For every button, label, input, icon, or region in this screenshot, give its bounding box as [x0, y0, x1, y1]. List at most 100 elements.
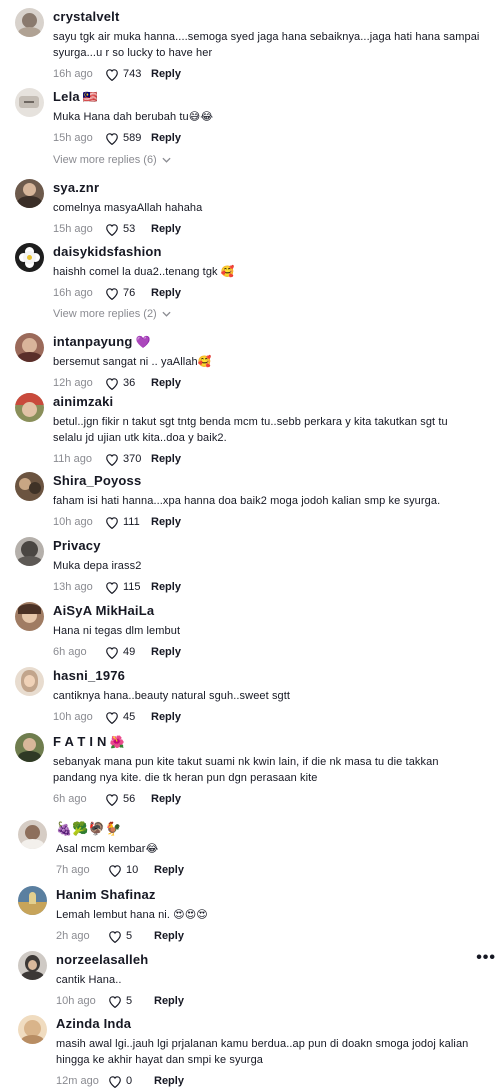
like-count: 56 — [123, 793, 136, 805]
reply-button[interactable]: Reply — [151, 453, 181, 465]
timestamp: 7h ago — [56, 864, 90, 876]
reply-button[interactable]: Reply — [151, 711, 181, 723]
like-button[interactable]: 5 — [108, 995, 154, 1008]
username[interactable]: 🍇🥦🦃🐓 — [56, 820, 480, 838]
like-button[interactable]: 370 — [105, 453, 151, 466]
username[interactable]: Lela 🇲🇾 — [53, 88, 480, 106]
reply-button[interactable]: Reply — [154, 1075, 184, 1087]
reply-button[interactable]: Reply — [151, 377, 181, 389]
username[interactable]: AiSyA MikHaiLa — [53, 602, 480, 620]
timestamp: 11h ago — [53, 453, 92, 465]
like-button[interactable]: 36 — [105, 377, 151, 390]
chevron-down-icon — [162, 157, 171, 163]
comment-list: crystalvelt sayu tgk air muka hanna....s… — [0, 0, 500, 1092]
like-count: 5 — [126, 995, 133, 1007]
like-button[interactable]: 53 — [105, 223, 151, 236]
like-button[interactable]: 49 — [105, 646, 151, 659]
like-count: 45 — [123, 711, 136, 723]
username[interactable]: crystalvelt — [53, 8, 480, 26]
avatar[interactable] — [15, 243, 44, 272]
like-button[interactable]: 5 — [108, 930, 154, 943]
comment-text: Hana ni tegas dlm lembut — [53, 625, 181, 637]
like-button[interactable]: 10 — [108, 864, 154, 877]
username[interactable]: Azinda Inda — [56, 1015, 480, 1033]
username[interactable]: Privacy — [53, 537, 480, 555]
heart-icon — [106, 223, 118, 236]
reply-button[interactable]: Reply — [151, 132, 181, 144]
username[interactable]: Hanim Shafinaz — [56, 886, 480, 904]
like-count: 111 — [123, 516, 140, 528]
timestamp: 15h ago — [53, 132, 93, 144]
username[interactable]: ainimzaki — [53, 393, 480, 411]
comment-text: cantik Hana.. — [56, 974, 122, 986]
username[interactable]: intanpayung 💜 — [53, 333, 480, 351]
timestamp: 13h ago — [53, 581, 93, 593]
like-button[interactable]: 743 — [105, 68, 151, 81]
avatar[interactable] — [15, 8, 44, 37]
heart-icon — [106, 793, 118, 806]
reply-button[interactable]: Reply — [151, 287, 181, 299]
avatar[interactable] — [15, 537, 44, 566]
heart-icon — [106, 287, 118, 300]
avatar[interactable] — [15, 333, 44, 362]
username[interactable]: norzeelasalleh — [56, 951, 480, 969]
heart-icon — [109, 930, 121, 943]
avatar[interactable] — [18, 951, 47, 980]
avatar[interactable] — [18, 1015, 47, 1044]
like-button[interactable]: 45 — [105, 711, 151, 724]
reply-button[interactable]: Reply — [154, 930, 184, 942]
username[interactable]: F A T I N 🌺 — [53, 733, 480, 751]
avatar[interactable] — [15, 393, 44, 422]
avatar[interactable] — [18, 820, 47, 849]
reply-button[interactable]: Reply — [151, 793, 181, 805]
avatar[interactable] — [15, 88, 44, 117]
reply-button[interactable]: Reply — [154, 995, 184, 1007]
reply-button[interactable]: Reply — [151, 646, 181, 658]
like-button[interactable]: 111 — [105, 516, 151, 529]
like-button[interactable]: 589 — [105, 132, 151, 145]
like-count: 53 — [123, 223, 136, 235]
comment-text: cantiknya hana..beauty natural sguh..swe… — [53, 690, 291, 702]
heart-icon — [109, 1075, 121, 1088]
reply-button[interactable]: Reply — [151, 581, 181, 593]
username[interactable]: hasni_1976 — [53, 667, 480, 685]
comment-text: masih awal lgi..jauh lgi prjalanan kamu … — [56, 1038, 469, 1066]
reply-button[interactable]: Reply — [151, 68, 181, 80]
heart-icon — [106, 581, 118, 594]
comment-text: sayu tgk air muka hanna....semoga syed j… — [53, 31, 480, 59]
avatar[interactable] — [18, 886, 47, 915]
avatar[interactable] — [15, 179, 44, 208]
timestamp: 2h ago — [56, 930, 90, 942]
reply-button[interactable]: Reply — [151, 516, 181, 528]
timestamp: 6h ago — [53, 646, 87, 658]
timestamp: 12m ago — [56, 1075, 99, 1087]
like-count: 589 — [123, 132, 142, 144]
heart-icon — [109, 995, 121, 1008]
username[interactable]: sya.znr — [53, 179, 480, 197]
username[interactable]: daisykidsfashion — [53, 243, 480, 261]
avatar[interactable] — [15, 602, 44, 631]
comment-text: faham isi hati hanna...xpa hanna doa bai… — [53, 495, 441, 507]
view-more-replies-button[interactable]: View more replies (6) — [53, 154, 171, 166]
like-button[interactable]: 115 — [105, 581, 151, 594]
username[interactable]: Shira_Poyoss — [53, 472, 480, 490]
like-count: 76 — [123, 287, 136, 299]
avatar[interactable] — [15, 472, 44, 501]
more-options-icon[interactable]: ••• — [476, 949, 496, 967]
timestamp: 16h ago — [53, 287, 93, 299]
avatar[interactable] — [15, 733, 44, 762]
flag-badge: 🇲🇾 — [82, 90, 98, 104]
reply-button[interactable]: Reply — [151, 223, 181, 235]
heart-icon — [106, 646, 118, 659]
comment-text: haishh comel la dua2..tenang tgk 🥰 — [53, 266, 235, 278]
comment-text: Lemah lembut hana ni. 😍😍😍 — [56, 909, 208, 921]
avatar[interactable] — [15, 667, 44, 696]
like-count: 743 — [123, 68, 142, 80]
timestamp: 10h ago — [53, 516, 93, 528]
like-button[interactable]: 76 — [105, 287, 151, 300]
view-more-replies-button[interactable]: View more replies (2) — [53, 308, 171, 320]
timestamp: 10h ago — [53, 711, 93, 723]
reply-button[interactable]: Reply — [154, 864, 184, 876]
like-button[interactable]: 56 — [105, 793, 151, 806]
like-button[interactable]: 0 — [108, 1075, 154, 1088]
